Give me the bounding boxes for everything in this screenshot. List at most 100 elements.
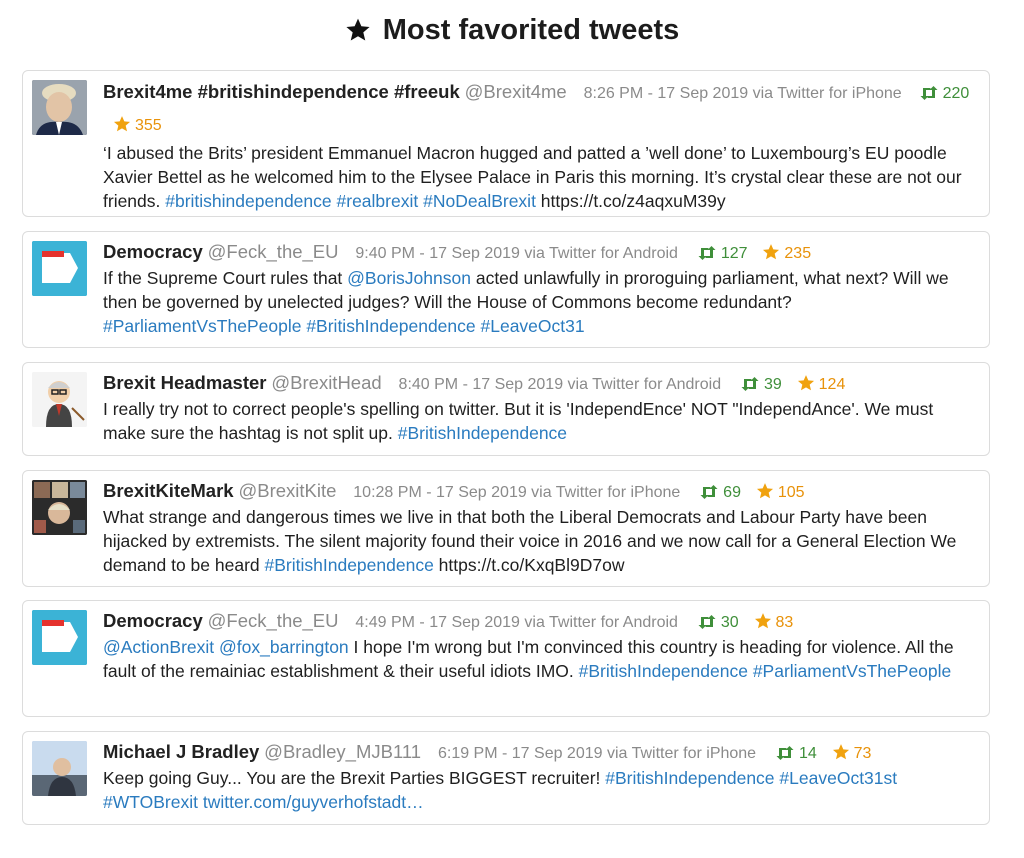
retweet-icon	[776, 746, 794, 760]
headmaster-cartoon	[32, 372, 87, 427]
tweet-meta[interactable]: 8:40 PM - 17 Sep 2019 via Twitter for An…	[399, 376, 722, 393]
tweet-link[interactable]: #ParliamentVsThePeople	[103, 316, 301, 336]
author-handle[interactable]: @Feck_the_EU	[208, 610, 339, 631]
tweet-text-run: https://t.co/z4aqxuM39y	[535, 191, 726, 211]
favorite-count: 105	[756, 483, 805, 501]
tweet-link[interactable]: #NoDealBrexit	[423, 191, 536, 211]
tweet-text: What strange and dangerous times we live…	[103, 505, 977, 577]
tweet-link[interactable]: @fox_barrington	[219, 637, 349, 657]
page-title-text: Most favorited tweets	[382, 13, 680, 46]
tweet-header: Democracy @Feck_the_EU 9:40 PM - 17 Sep …	[103, 240, 977, 266]
tweet-body: Michael J Bradley @Bradley_MJB111 6:19 P…	[103, 740, 977, 814]
tweet-link[interactable]: #realbrexit	[337, 191, 419, 211]
favorite-count: 355	[113, 116, 162, 134]
star-icon	[797, 375, 814, 391]
tweet-text: ‘I abused the Brits’ president Emmanuel …	[103, 141, 977, 213]
tweet-link[interactable]: #BritishIndependence	[265, 555, 434, 575]
author-name[interactable]: Brexit4me #britishindependence #freeuk	[103, 81, 460, 102]
tweet-text-run: https://t.co/KxqBl9D7ow	[433, 555, 625, 575]
tweet-text: @ActionBrexit @fox_barrington I hope I'm…	[103, 635, 977, 683]
tweet-link[interactable]: #LeaveOct31	[481, 316, 585, 336]
tweet-header: BrexitKiteMark @BrexitKite 10:28 PM - 17…	[103, 479, 977, 505]
tweet-meta[interactable]: 10:28 PM - 17 Sep 2019 via Twitter for i…	[353, 484, 680, 501]
tweet-body: Democracy @Feck_the_EU 9:40 PM - 17 Sep …	[103, 240, 977, 338]
tweet-link[interactable]: #BritishIndependence	[605, 768, 774, 788]
avatar[interactable]	[32, 741, 87, 796]
favorite-count: 73	[832, 744, 871, 762]
author-name[interactable]: BrexitKiteMark	[103, 480, 234, 501]
star-icon	[763, 244, 780, 260]
avatar[interactable]	[32, 241, 87, 296]
tweet-link[interactable]: @ActionBrexit	[103, 637, 214, 657]
author-name[interactable]: Brexit Headmaster	[103, 372, 267, 393]
avatar[interactable]	[32, 480, 87, 535]
author-name[interactable]: Michael J Bradley	[103, 741, 259, 762]
retweet-count: 69	[699, 484, 741, 501]
tweet-link[interactable]: #britishindependence	[165, 191, 331, 211]
author-handle[interactable]: @Brexit4me	[465, 81, 567, 102]
tweet-card: Brexit Headmaster @BrexitHead 8:40 PM - …	[22, 362, 990, 456]
avatar-photo	[32, 741, 87, 796]
retweet-icon	[920, 86, 938, 100]
tweet-link[interactable]: #BritishIndependence	[306, 316, 475, 336]
tweet-card: Michael J Bradley @Bradley_MJB111 6:19 P…	[22, 731, 990, 825]
star-icon	[346, 18, 370, 41]
author-name[interactable]: Democracy	[103, 610, 203, 631]
brexit-party-logo	[32, 610, 87, 665]
author-handle[interactable]: @BrexitHead	[271, 372, 381, 393]
tweet-header: Brexit Headmaster @BrexitHead 8:40 PM - …	[103, 371, 977, 397]
retweet-count: 39	[740, 376, 782, 393]
retweet-icon	[741, 377, 759, 391]
tweet-header: Michael J Bradley @Bradley_MJB111 6:19 P…	[103, 740, 977, 766]
star-icon	[754, 613, 771, 629]
tweet-link[interactable]: #BritishIndependence	[398, 423, 567, 443]
favorite-count: 124	[797, 375, 845, 393]
tweet-link[interactable]: #LeaveOct31st	[779, 768, 897, 788]
author-handle[interactable]: @Bradley_MJB111	[264, 741, 421, 762]
avatar-collage	[32, 480, 87, 535]
tweet-card: Democracy @Feck_the_EU 9:40 PM - 17 Sep …	[22, 231, 990, 348]
tweet-card: Brexit4me #britishindependence #freeuk @…	[22, 70, 990, 217]
avatar-image	[32, 80, 87, 135]
brexit-party-logo	[32, 241, 87, 296]
tweet-text-run: If the Supreme Court rules that	[103, 268, 348, 288]
tweet-text: If the Supreme Court rules that @BorisJo…	[103, 266, 977, 338]
tweet-body: Brexit Headmaster @BrexitHead 8:40 PM - …	[103, 371, 977, 445]
avatar[interactable]	[32, 372, 87, 427]
tweet-text-run: Keep going Guy... You are the Brexit Par…	[103, 768, 606, 788]
tweet-link[interactable]: #ParliamentVsThePeople	[753, 661, 951, 681]
tweet-text: I really try not to correct people's spe…	[103, 397, 977, 445]
retweet-count: 30	[697, 614, 739, 631]
author-handle[interactable]: @Feck_the_EU	[208, 241, 339, 262]
tweet-body: Brexit4me #britishindependence #freeuk @…	[103, 77, 977, 213]
retweet-icon	[698, 246, 716, 260]
favorite-count: 83	[754, 613, 793, 631]
tweet-body: BrexitKiteMark @BrexitKite 10:28 PM - 17…	[103, 479, 977, 577]
tweet-link[interactable]: twitter.com/guyverhofstadt…	[203, 792, 424, 812]
author-handle[interactable]: @BrexitKite	[238, 480, 336, 501]
avatar[interactable]	[32, 80, 87, 135]
retweet-count: 14	[775, 745, 817, 762]
tweet-meta[interactable]: 8:26 PM - 17 Sep 2019 via Twitter for iP…	[584, 85, 902, 102]
tweet-text: Keep going Guy... You are the Brexit Par…	[103, 766, 977, 814]
author-name[interactable]: Democracy	[103, 241, 203, 262]
retweet-count: 127	[697, 245, 748, 262]
tweet-meta[interactable]: 6:19 PM - 17 Sep 2019 via Twitter for iP…	[438, 745, 756, 762]
retweet-count: 220	[919, 85, 969, 102]
tweet-card: BrexitKiteMark @BrexitKite 10:28 PM - 17…	[22, 470, 990, 587]
page-title: Most favorited tweets	[0, 10, 1024, 50]
tweet-link[interactable]: @BorisJohnson	[347, 268, 471, 288]
tweet-meta[interactable]: 4:49 PM - 17 Sep 2019 via Twitter for An…	[355, 614, 678, 631]
tweet-meta[interactable]: 9:40 PM - 17 Sep 2019 via Twitter for An…	[355, 245, 678, 262]
avatar[interactable]	[32, 610, 87, 665]
tweet-header: Democracy @Feck_the_EU 4:49 PM - 17 Sep …	[103, 609, 977, 635]
tweet-link[interactable]: #BritishIndependence	[579, 661, 748, 681]
retweet-icon	[698, 615, 716, 629]
tweet-link[interactable]: #WTOBrexit	[103, 792, 198, 812]
star-icon	[832, 744, 849, 760]
tweet-header: Brexit4me #britishindependence #freeuk @…	[103, 77, 977, 141]
tweet-body: Democracy @Feck_the_EU 4:49 PM - 17 Sep …	[103, 609, 977, 683]
tweet-card: Democracy @Feck_the_EU 4:49 PM - 17 Sep …	[22, 600, 990, 717]
favorite-count: 235	[762, 244, 811, 262]
retweet-icon	[700, 485, 718, 499]
